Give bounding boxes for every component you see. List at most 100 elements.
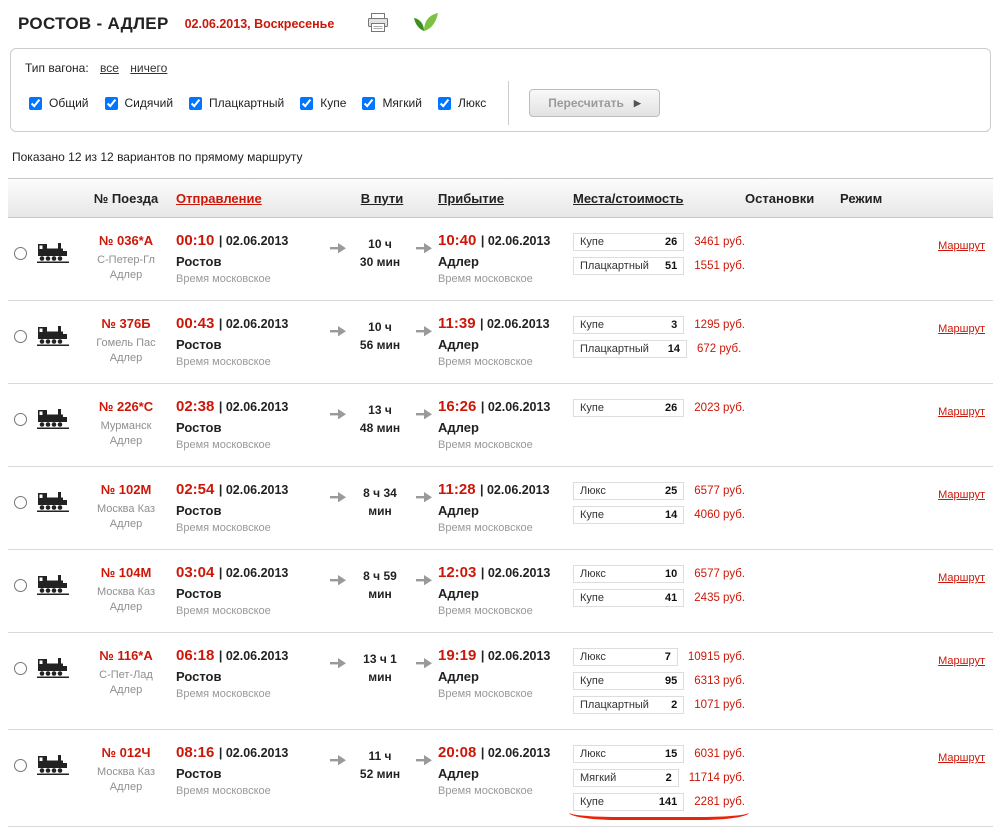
train-select-radio[interactable] [14, 330, 27, 343]
seat-box: Плацкартный 14 [573, 340, 687, 358]
seat-entry: Люкс 10 6577 руб. [573, 565, 745, 583]
col-mode: Режим [840, 191, 918, 206]
departure-city: Ростов [176, 254, 326, 269]
seat-class: Плацкартный [580, 260, 649, 272]
seat-class: Купе [580, 675, 604, 687]
col-seats-price[interactable]: Места/стоимость [573, 191, 684, 206]
results-summary: Показано 12 из 12 вариантов по прямому м… [8, 132, 993, 178]
train-select-radio[interactable] [14, 579, 27, 592]
route-link[interactable]: Маршрут [938, 752, 985, 764]
route-link[interactable]: Маршрут [938, 323, 985, 335]
col-duration[interactable]: В пути [361, 191, 404, 206]
train-select-radio[interactable] [14, 247, 27, 260]
train-select-radio[interactable] [14, 413, 27, 426]
departure-time: 06:18 [176, 647, 214, 664]
table-row: № 104М Москва Каз Адлер 03:04 | 02.06.20… [8, 550, 993, 633]
right-arrow-icon [410, 646, 438, 673]
train-select-radio[interactable] [14, 662, 27, 675]
checkbox-obshchiy[interactable] [29, 97, 42, 110]
arrival-city: Адлер [438, 503, 573, 518]
departure-city: Ростов [176, 669, 326, 684]
seat-class: Купе [580, 402, 604, 414]
seat-box: Люкс 7 [573, 648, 678, 666]
route-link[interactable]: Маршрут [938, 572, 985, 584]
arrival-cell: 20:08 | 02.06.2013 Адлер Время московско… [438, 743, 573, 797]
seat-entry: Купе 26 3461 руб. [573, 233, 745, 251]
route-link[interactable]: Маршрут [938, 655, 985, 667]
wagon-checkbox-sidyachiy[interactable]: Сидячий [101, 94, 174, 113]
select-all-link[interactable]: все [100, 61, 119, 75]
wagon-checkbox-lyuks[interactable]: Люкс [434, 94, 486, 113]
arrival-time: 20:08 [438, 744, 476, 761]
timezone-note: Время московское [438, 273, 573, 285]
wagon-checkbox-obshchiy[interactable]: Общий [25, 94, 89, 113]
arrival-city: Адлер [438, 337, 573, 352]
seat-price: 2435 руб. [694, 592, 745, 604]
seat-price: 1551 руб. [694, 260, 745, 272]
train-number: № 104М [76, 565, 176, 580]
recalculate-button[interactable]: Пересчитать ▶ [529, 89, 660, 117]
wagon-checkbox-platskartny[interactable]: Плацкартный [185, 94, 284, 113]
right-arrow-icon [326, 314, 350, 341]
checkbox-kupe[interactable] [300, 97, 313, 110]
seat-box: Купе 141 [573, 793, 684, 811]
train-number: № 012Ч [76, 745, 176, 760]
departure-cell: 00:10 | 02.06.2013 Ростов Время московск… [176, 231, 326, 285]
arrival-cell: 12:03 | 02.06.2013 Адлер Время московско… [438, 563, 573, 617]
train-icon [30, 397, 76, 434]
timezone-note: Время московское [176, 522, 326, 534]
checkbox-sidyachiy[interactable] [105, 97, 118, 110]
seat-price: 6577 руб. [694, 485, 745, 497]
arrival-time: 16:26 [438, 398, 476, 415]
checkbox-myagkiy[interactable] [362, 97, 375, 110]
seat-price: 11714 руб. [689, 772, 745, 784]
seat-price: 10915 руб. [688, 651, 745, 663]
departure-date: 02.06.2013 [226, 317, 289, 331]
route-link[interactable]: Маршрут [938, 240, 985, 252]
seat-class: Плацкартный [580, 699, 649, 711]
checkbox-lyuks[interactable] [438, 97, 451, 110]
seat-count: 25 [665, 485, 677, 497]
route-link[interactable]: Маршрут [938, 489, 985, 501]
departure-date: 02.06.2013 [226, 234, 289, 248]
select-none-link[interactable]: ничего [130, 61, 167, 75]
route-link[interactable]: Маршрут [938, 406, 985, 418]
right-arrow-icon [410, 397, 438, 424]
train-destination: Адлер [76, 517, 176, 532]
seat-price: 1295 руб. [694, 319, 745, 331]
col-departure[interactable]: Отправление [176, 191, 326, 206]
seat-box: Купе 41 [573, 589, 684, 607]
print-button[interactable] [364, 10, 392, 38]
departure-date: 02.06.2013 [226, 483, 289, 497]
seat-box: Люкс 10 [573, 565, 684, 583]
train-select-radio[interactable] [14, 759, 27, 772]
seats-list: Купе 26 3461 руб. Плацкартный 51 1551 ру… [573, 231, 745, 275]
seat-class: Люкс [580, 568, 606, 580]
table-row: № 012Ч Москва Каз Адлер 08:16 | 02.06.20… [8, 730, 993, 827]
train-icon [30, 480, 76, 517]
checkbox-label: Купе [320, 96, 346, 110]
seat-box: Купе 14 [573, 506, 684, 524]
departure-cell: 06:18 | 02.06.2013 Ростов Время московск… [176, 646, 326, 700]
arrival-time: 11:39 [438, 315, 476, 332]
table-row: № 376Б Гомель Пас Адлер 00:43 | 02.06.20… [8, 301, 993, 384]
seat-box: Купе 26 [573, 399, 684, 417]
train-origin: С-Петер-Гл [76, 253, 176, 268]
departure-time: 00:43 [176, 315, 214, 332]
vertical-divider [508, 81, 509, 125]
arrival-time: 11:28 [438, 481, 476, 498]
seat-entry: Люкс 15 6031 руб. [573, 745, 745, 763]
arrival-date: 02.06.2013 [488, 566, 551, 580]
wagon-checkbox-myagkiy[interactable]: Мягкий [358, 94, 422, 113]
col-arrival[interactable]: Прибытие [438, 191, 504, 206]
checkbox-platskartny[interactable] [189, 97, 202, 110]
train-icon [30, 646, 76, 683]
seat-entry: Мягкий 2 11714 руб. [573, 769, 745, 787]
wagon-checkbox-kupe[interactable]: Купе [296, 94, 346, 113]
train-select-radio[interactable] [14, 496, 27, 509]
seat-box: Мягкий 2 [573, 769, 679, 787]
timezone-note: Время московское [176, 688, 326, 700]
right-arrow-icon [410, 743, 438, 770]
arrival-date: 02.06.2013 [488, 400, 551, 414]
departure-cell: 03:04 | 02.06.2013 Ростов Время московск… [176, 563, 326, 617]
